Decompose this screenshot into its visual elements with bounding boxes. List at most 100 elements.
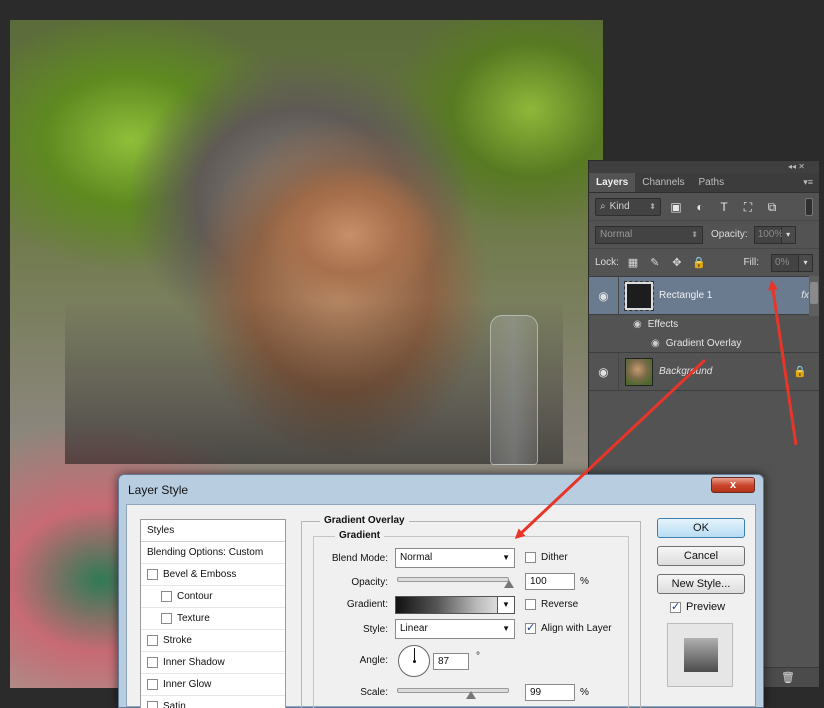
filter-kind-select[interactable]: ⌕ Kind ⬍ (595, 197, 661, 216)
fill-field[interactable]: 0% (771, 253, 799, 272)
checkbox-icon[interactable] (161, 591, 172, 602)
shape-filter-icon[interactable]: ⛶ (739, 198, 757, 216)
angle-dial[interactable] (398, 645, 430, 677)
style-item[interactable]: Bevel & Emboss (141, 564, 285, 586)
scale-unit: % (580, 687, 589, 698)
lock-position-icon[interactable]: ✥ (669, 255, 685, 271)
scale-field[interactable]: 99 (525, 684, 575, 701)
ok-button[interactable]: OK (657, 518, 745, 538)
style-item[interactable]: Contour (141, 586, 285, 608)
opacity-slider[interactable] (397, 577, 509, 582)
checkbox-icon[interactable] (147, 701, 158, 708)
gradient-dropdown-icon[interactable]: ▼ (497, 596, 515, 614)
smart-object-filter-icon[interactable]: ⧉ (763, 198, 781, 216)
glass-bottle (490, 315, 538, 465)
style-item[interactable]: Stroke (141, 630, 285, 652)
chevron-updown-icon: ⬍ (649, 202, 656, 211)
style-item-label: Contour (177, 591, 213, 602)
style-item[interactable]: Satin (141, 696, 285, 708)
lock-all-icon[interactable]: 🔒 (691, 255, 707, 271)
style-item-label: Texture (177, 613, 210, 624)
style-item[interactable]: Inner Glow (141, 674, 285, 696)
opacity-field[interactable]: 100% (753, 225, 783, 244)
cancel-button[interactable]: Cancel (657, 546, 745, 566)
preview-label: Preview (686, 601, 726, 613)
layer-row-background[interactable]: ◉ Background 🔒 (589, 353, 819, 391)
scale-slider[interactable] (397, 688, 509, 693)
checkbox-checked-icon (670, 600, 681, 613)
scale-slider-knob[interactable] (465, 691, 476, 699)
trash-icon[interactable]: 🗑 (781, 672, 795, 684)
close-button[interactable]: x (711, 477, 755, 493)
style-item-label: Inner Glow (163, 679, 212, 690)
fx-icon[interactable]: fx (801, 290, 809, 301)
opacity-slider-knob[interactable] (504, 580, 514, 588)
fill-label: Fill: (743, 257, 759, 268)
layer-filter-row: ⌕ Kind ⬍ ▣ ◐ T ⛶ ⧉ (589, 193, 819, 221)
tab-paths[interactable]: Paths (692, 173, 732, 192)
preview-checkbox[interactable]: Preview (670, 600, 726, 613)
layer-style-dialog: Layer Style x Styles Blending Options: C… (118, 474, 764, 708)
group-title: Gradient (335, 530, 385, 541)
layer-list: ◉ Rectangle 1 fx ◉ Effects ◉ Gradient Ov… (589, 276, 819, 391)
blend-row: Normal ⬍ Opacity: 100% ▾ (589, 221, 819, 249)
image-filter-icon[interactable]: ▣ (667, 198, 685, 216)
opacity-label: Opacity: (711, 229, 748, 240)
lock-row: Lock: ▦ ✎ ✥ 🔒 Fill: 0% ▾ (589, 249, 819, 277)
blend-mode-value: Normal (600, 228, 633, 240)
rectangle-gradient-overlay-area (65, 300, 563, 464)
checkbox-icon (525, 552, 536, 563)
checkbox-checked-icon (525, 621, 536, 634)
eye-icon[interactable]: ◉ (589, 277, 619, 314)
effects-label: Effects (647, 319, 679, 330)
checkbox-icon[interactable] (147, 657, 158, 668)
panel-collapse-bar[interactable]: ◂◂ ✕ (589, 161, 819, 173)
lock-transparency-icon[interactable]: ▦ (625, 255, 641, 271)
lock-brush-icon[interactable]: ✎ (647, 255, 663, 271)
preview-swatch (684, 638, 718, 672)
opacity-field[interactable]: 100 (525, 573, 575, 590)
checkbox-icon[interactable] (147, 679, 158, 690)
dither-checkbox[interactable]: Dither (525, 552, 568, 563)
scrollbar-thumb[interactable] (810, 282, 818, 304)
checkbox-icon[interactable] (147, 569, 158, 580)
gradient-overlay-effect-row[interactable]: ◉ Gradient Overlay (589, 334, 819, 353)
style-preview-thumbnail (667, 623, 733, 687)
eye-icon[interactable]: ◉ (589, 353, 619, 390)
panel-menu-icon[interactable]: ▾≡ (797, 173, 819, 192)
filter-toggle-switch[interactable] (805, 197, 813, 216)
tab-layers[interactable]: Layers (589, 173, 636, 192)
filter-kind-label: Kind (609, 201, 630, 212)
blend-mode-select[interactable]: Normal ▼ (395, 548, 515, 568)
style-item[interactable]: Blending Options: Custom (141, 542, 285, 564)
layer-row-rectangle-1[interactable]: ◉ Rectangle 1 fx (589, 277, 819, 315)
style-item-label: Blending Options: Custom (147, 547, 264, 558)
layer-list-scrollbar[interactable] (809, 276, 819, 316)
effects-row[interactable]: ◉ Effects (589, 315, 819, 334)
blend-mode-select[interactable]: Normal ⬍ (595, 225, 703, 244)
align-with-layer-checkbox[interactable]: Align with Layer (525, 621, 612, 634)
tab-channels[interactable]: Channels (635, 173, 691, 192)
opacity-dropdown-icon[interactable]: ▾ (781, 225, 796, 244)
eye-icon[interactable]: ◉ (633, 319, 642, 330)
align-with-layer-label: Align with Layer (541, 623, 612, 634)
angle-field[interactable]: 87 (433, 653, 469, 670)
gradient-preview-swatch[interactable] (395, 596, 499, 614)
checkbox-icon[interactable] (147, 635, 158, 646)
fill-dropdown-icon[interactable]: ▾ (799, 253, 813, 272)
style-item[interactable]: Texture (141, 608, 285, 630)
style-value: Linear (400, 623, 428, 634)
new-style-button[interactable]: New Style... (657, 574, 745, 594)
type-filter-icon[interactable]: T (715, 198, 733, 216)
style-select[interactable]: Linear ▼ (395, 619, 515, 639)
reverse-checkbox[interactable]: Reverse (525, 599, 578, 610)
angle-label: Angle: (359, 655, 388, 666)
styles-header[interactable]: Styles (141, 520, 285, 542)
adjustment-filter-icon[interactable]: ◐ (691, 198, 709, 216)
eye-icon[interactable]: ◉ (651, 338, 660, 349)
search-icon: ⌕ (600, 201, 606, 212)
style-label: Style: (362, 624, 388, 635)
gradient-label: Gradient: (346, 599, 388, 610)
checkbox-icon[interactable] (161, 613, 172, 624)
style-item[interactable]: Inner Shadow (141, 652, 285, 674)
